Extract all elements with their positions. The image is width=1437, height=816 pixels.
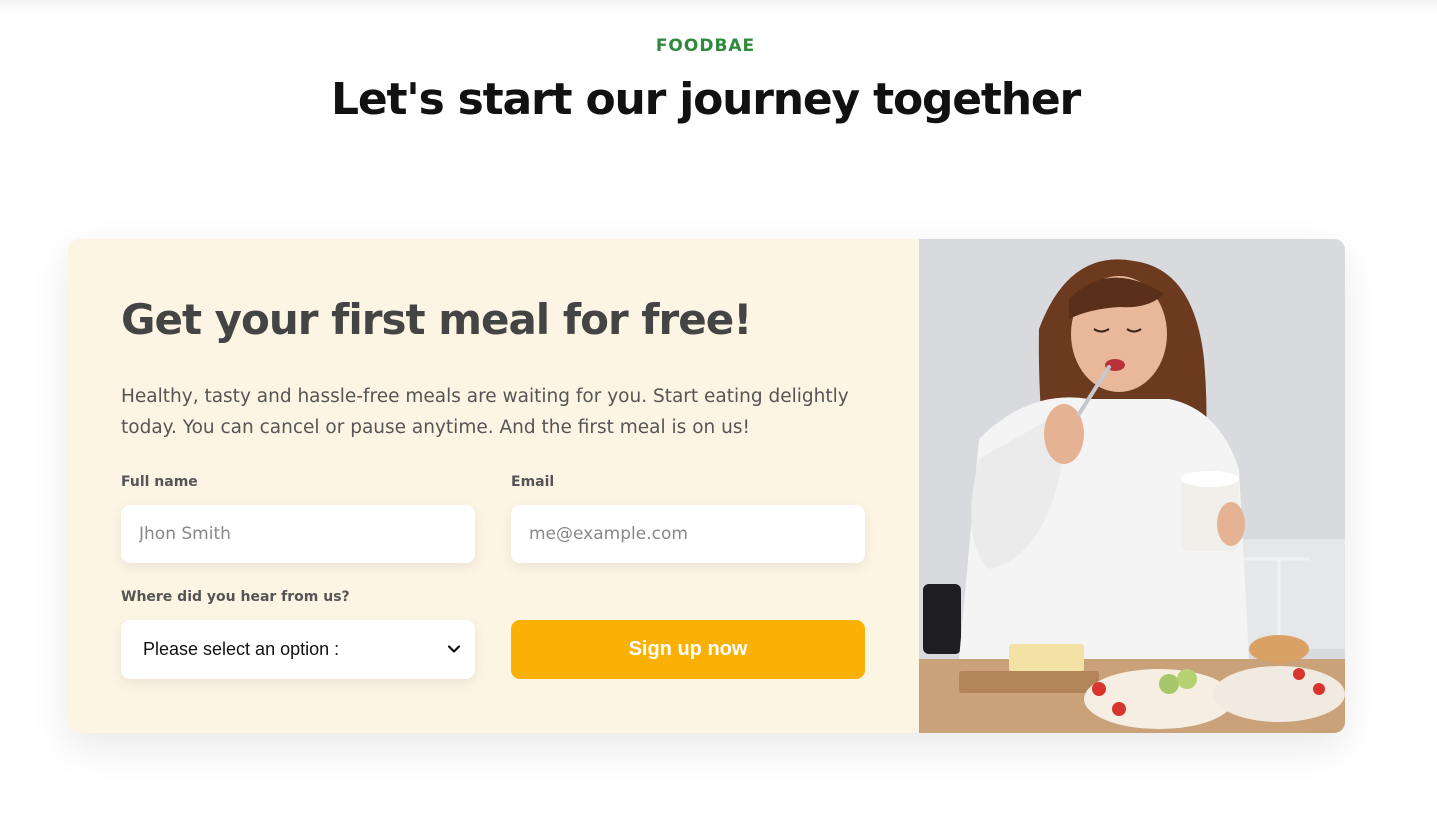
signup-title: Get your first meal for free!: [121, 295, 752, 344]
full-name-field: Full name: [121, 473, 475, 563]
full-name-label: Full name: [121, 474, 198, 490]
woman-eating-image: [919, 239, 1345, 733]
email-label: Email: [511, 474, 555, 490]
section-subheading: FOODBAE: [655, 36, 756, 56]
section-header: FOODBAE Let's start our journey together: [0, 34, 1411, 126]
signup-description: Healthy, tasty and hassle-free meals are…: [121, 386, 849, 438]
email-input[interactable]: [511, 505, 865, 563]
source-select[interactable]: Please select an option :: [121, 620, 475, 679]
source-field: Where did you hear from us? Please selec…: [121, 588, 475, 679]
signup-card: Get your first meal for free! Healthy, t…: [68, 239, 1345, 733]
chevron-down-icon: [447, 645, 461, 653]
top-strip: [0, 0, 1437, 14]
source-select-value: Please select an option :: [143, 639, 340, 659]
source-label: Where did you hear from us?: [121, 589, 350, 605]
full-name-input[interactable]: [121, 505, 475, 563]
signup-text-panel: Get your first meal for free! Healthy, t…: [68, 239, 919, 733]
sign-up-button[interactable]: Sign up now: [511, 620, 865, 679]
section-title: Let's start our journey together: [330, 74, 1081, 125]
photo-woman-eating-icon: [919, 239, 1345, 733]
email-field: Email: [511, 473, 865, 563]
